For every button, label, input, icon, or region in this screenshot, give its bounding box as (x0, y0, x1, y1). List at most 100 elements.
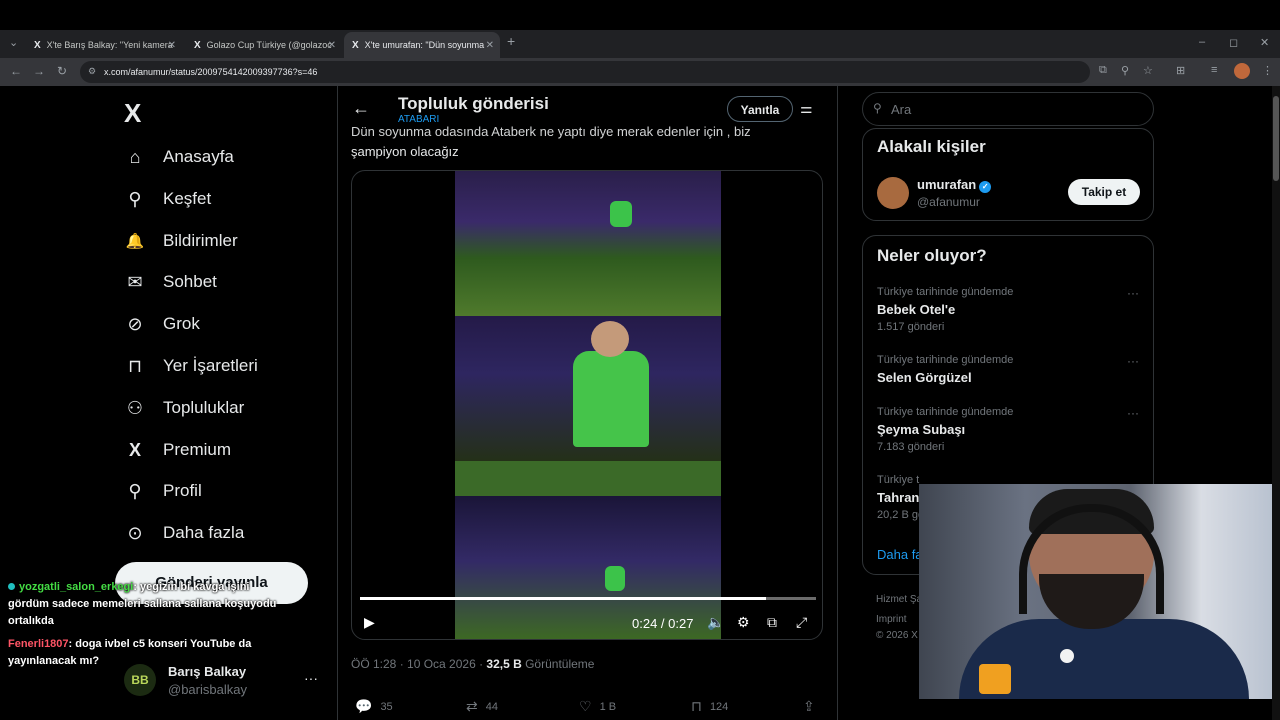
person-handle: @afanumur (917, 195, 980, 209)
minimize-button[interactable]: – (1199, 36, 1205, 48)
filter-icon[interactable]: ⚌ (800, 100, 813, 117)
like-count: 1 B (599, 700, 617, 713)
star-icon[interactable]: ☆ (1143, 64, 1153, 77)
tab-strip: ⌄ X X'te Barış Balkay: "Yeni kamera ✕ X … (0, 30, 1280, 58)
footer-copyright: © 2026 X (876, 630, 918, 641)
mail-icon: ✉ (127, 271, 143, 292)
menu-icon[interactable]: ⋮ (1262, 64, 1273, 77)
sidebar-item-notifications[interactable]: 🔔 Bildirimler (124, 226, 238, 256)
bookmark-count: 124 (709, 700, 729, 713)
repost-icon: ⇄ (466, 698, 478, 714)
settings-icon[interactable]: ⚙ (737, 614, 750, 631)
sidebar-item-explore[interactable]: ⚲ Keşfet (124, 184, 211, 214)
more-icon[interactable]: ··· (304, 670, 318, 686)
media-icon[interactable]: ≡ (1211, 64, 1217, 76)
search-icon: ⚲ (128, 188, 142, 209)
more-icon[interactable]: ··· (1127, 406, 1139, 420)
scrollbar[interactable] (1272, 86, 1280, 720)
reload-icon[interactable]: ↻ (57, 64, 67, 78)
reply-action[interactable]: 💬 35 (355, 698, 393, 715)
sidebar-item-communities[interactable]: ⚇ Topluluklar (124, 393, 244, 423)
x-favicon-icon: X (34, 39, 41, 51)
view-label: Görüntüleme (521, 657, 595, 671)
pip-icon[interactable]: ⧉ (767, 614, 777, 631)
url-field[interactable]: ⚙ x.com/afanumur/status/2009754142009397… (80, 61, 1090, 83)
sidebar-item-profile[interactable]: ⚲ Profil (124, 476, 202, 506)
close-tab-icon[interactable]: ✕ (486, 40, 494, 51)
play-icon[interactable]: ▶ (364, 614, 375, 631)
tab-title: X'te Barış Balkay: "Yeni kamera (46, 40, 173, 50)
browser-tab-3[interactable]: X X'te umurafan: "Dün soyunma ✕ (344, 32, 500, 58)
verified-icon: ✓ (979, 181, 992, 193)
follow-button[interactable]: Takip et (1068, 179, 1140, 205)
new-tab-button[interactable]: + (507, 33, 515, 49)
sidebar-item-label: Profil (163, 481, 202, 500)
sidebar-item-bookmarks[interactable]: ⊓ Yer İşaretleri (124, 351, 258, 381)
view-count: 32,5 B (486, 657, 522, 671)
reply-button[interactable]: Yanıtla (727, 96, 793, 122)
video-progress[interactable] (360, 597, 816, 600)
show-more-link[interactable]: Daha fa (877, 547, 923, 562)
back-arrow-icon[interactable]: ← (352, 98, 370, 119)
sidebar-item-grok[interactable]: ⊘ Grok (124, 309, 199, 339)
trend-item[interactable]: Türkiye tarihinde gündemde Şeyma Subaşı … (877, 406, 1147, 453)
footer-link[interactable]: Hizmet Şa (876, 594, 922, 605)
extensions-icon[interactable]: ⊞ (1176, 64, 1185, 77)
close-tab-icon[interactable]: ✕ (328, 40, 336, 51)
sidebar-item-home[interactable]: ⌂ Anasayfa (124, 142, 234, 172)
bell-icon: 🔔 (125, 233, 145, 250)
browser-tab-2[interactable]: X Golazo Cup Türkiye (@golazoc ✕ (186, 32, 342, 58)
footer-link[interactable]: Imprint (876, 614, 907, 625)
avatar[interactable] (877, 177, 909, 209)
video-figure (605, 566, 625, 591)
site-info-icon[interactable]: ⚙ (88, 66, 96, 77)
x-logo[interactable]: X (124, 98, 141, 129)
bookmark-icon: ⊓ (127, 355, 143, 376)
communities-icon: ⚇ (126, 397, 144, 418)
video-figure (573, 351, 649, 447)
video-player[interactable]: ▶ 0:24 / 0:27 🔈 ⚙ ⧉ ⤢ (351, 170, 823, 640)
jersey-badge (1057, 646, 1077, 666)
scrollbar-thumb[interactable] (1273, 96, 1279, 181)
more-icon[interactable]: ··· (1127, 354, 1139, 368)
reply-icon: 💬 (355, 698, 373, 714)
more-icon[interactable]: ··· (1127, 286, 1139, 300)
video-figure (610, 201, 632, 227)
back-icon[interactable]: ← (10, 64, 22, 78)
repost-count: 44 (485, 700, 498, 713)
chat-message: yozgatli_salon_erkegi: yegizin bi kavga … (8, 579, 288, 630)
fullscreen-icon[interactable]: ⤢ (796, 614, 807, 631)
bookmark-action[interactable]: ⊓ 124 (691, 698, 728, 715)
profile-icon: ⚲ (128, 480, 142, 501)
forward-icon[interactable]: → (33, 64, 45, 78)
close-window-button[interactable]: ✕ (1260, 36, 1269, 49)
post-timestamp[interactable]: ÖÖ 1:28 · 10 Oca 2026 · (351, 657, 486, 671)
search-input[interactable]: ⚲ Ara (862, 92, 1154, 126)
volume-icon[interactable]: 🔈 (707, 614, 724, 631)
repost-action[interactable]: ⇄ 44 (466, 698, 498, 715)
video-figure-head (591, 321, 629, 357)
sidebar-item-more[interactable]: ⊙ Daha fazla (124, 518, 244, 548)
maximize-button[interactable]: ◻ (1229, 36, 1238, 49)
browser-tab-1[interactable]: X X'te Barış Balkay: "Yeni kamera ✕ (26, 32, 182, 58)
trend-item[interactable]: Türkiye tarihinde gündemde Selen Görgüze… (877, 354, 1147, 385)
profile-avatar[interactable] (1234, 63, 1250, 79)
tab-title: X'te umurafan: "Dün soyunma (364, 40, 485, 50)
sidebar-item-premium[interactable]: X Premium (124, 435, 231, 465)
share-icon[interactable]: ⇪ (803, 698, 823, 715)
tab-title: Golazo Cup Türkiye (@golazoc (206, 40, 332, 50)
cup-shape (979, 664, 1011, 694)
trend-item[interactable]: Türkiye tarihinde gündemde Bebek Otel'e … (877, 286, 1147, 333)
sidebar-item-messages[interactable]: ✉ Sohbet (124, 267, 217, 297)
chat-user: yozgatli_salon_erkegi (19, 581, 134, 593)
like-action[interactable]: ♡ 1 B (579, 698, 616, 715)
close-tab-icon[interactable]: ✕ (168, 40, 176, 51)
reply-count: 35 (380, 700, 393, 713)
tab-search-icon[interactable]: ⌄ (9, 36, 18, 49)
person-name[interactable]: umurafan ✓ (917, 177, 992, 193)
sidebar-item-label: Sohbet (163, 272, 217, 291)
community-link[interactable]: ATABARI (398, 114, 439, 125)
install-icon[interactable]: ⧉ (1099, 64, 1107, 77)
zoom-icon[interactable]: ⚲ (1121, 64, 1129, 77)
grok-icon: ⊘ (127, 313, 143, 334)
